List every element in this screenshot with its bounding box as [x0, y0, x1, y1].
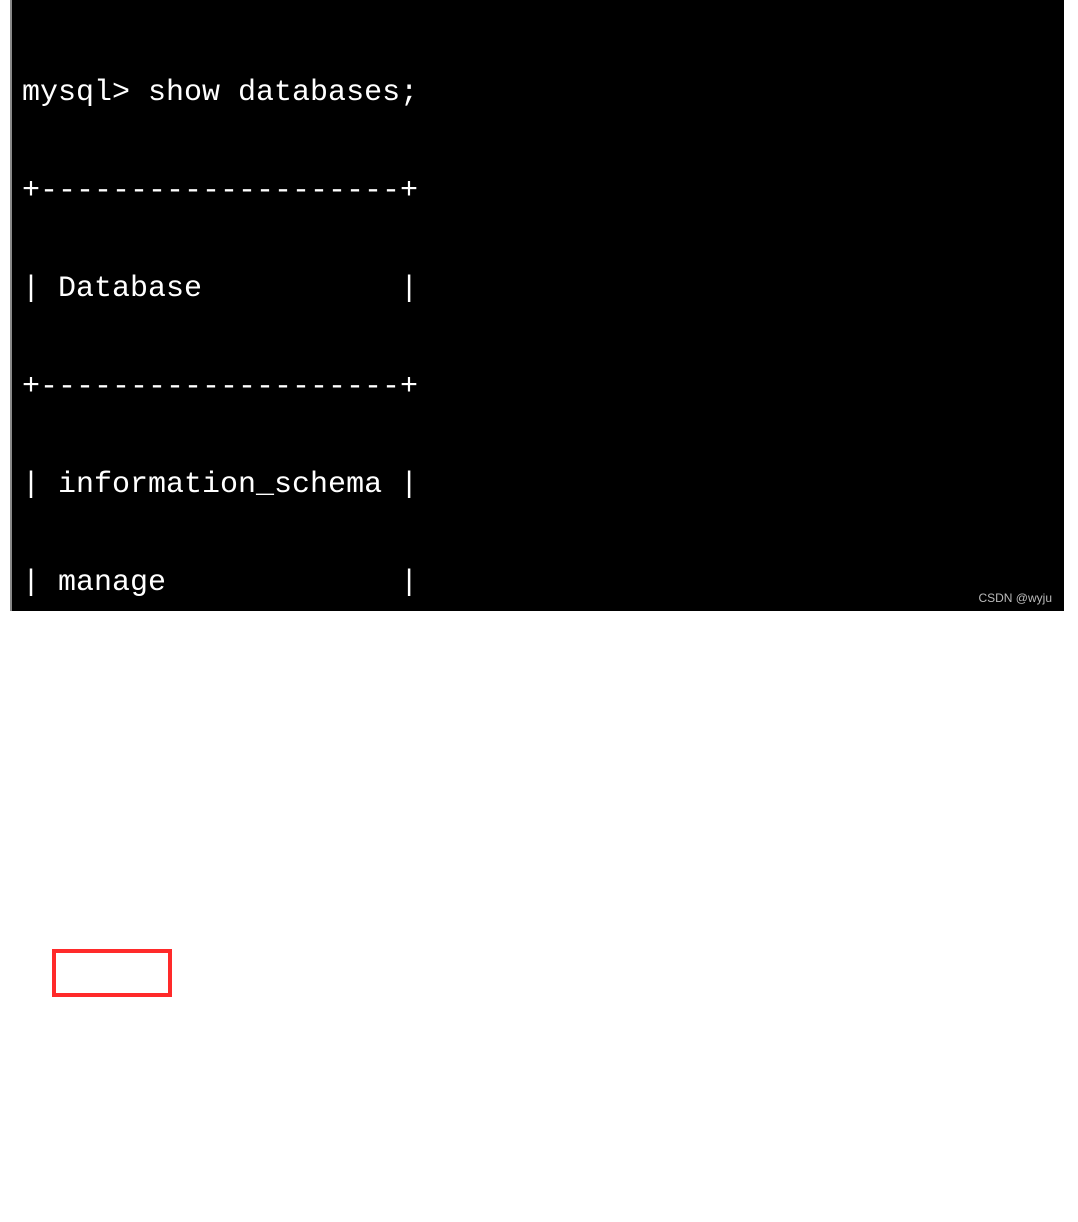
- terminal-output: mysql> show databases; +----------------…: [12, 0, 1064, 1222]
- cell-close: |: [382, 762, 418, 796]
- table-row: | information_schema |: [22, 461, 1054, 510]
- database-name: sys: [58, 860, 112, 894]
- result-summary: 6 rows in set (0.00 sec): [22, 1196, 1054, 1222]
- watermark: CSDN @wyju: [978, 591, 1052, 605]
- table-row: | performance_schema |: [22, 755, 1054, 804]
- cell-open: |: [22, 468, 58, 502]
- prompt: mysql>: [22, 76, 148, 110]
- database-name-highlighted: tongbu: [52, 949, 172, 997]
- command-line: mysql> show databases;: [22, 69, 1054, 118]
- terminal-window: mysql> show databases; +----------------…: [10, 0, 1064, 611]
- cell-open: |: [22, 566, 58, 600]
- database-name: manage: [58, 566, 166, 600]
- table-header-row: | Database |: [22, 265, 1054, 314]
- table-border-bottom: +--------------------+: [22, 1098, 1054, 1147]
- cell-open: |: [22, 664, 58, 698]
- cell-close: |: [166, 958, 418, 992]
- table-border-top: +--------------------+: [22, 167, 1054, 216]
- cell-close: |: [148, 664, 418, 698]
- table-row: | manage |: [22, 559, 1054, 608]
- database-name: information_schema: [58, 468, 382, 502]
- column-name: Database: [58, 272, 202, 306]
- command: show databases;: [148, 76, 418, 110]
- cell-close: |: [112, 860, 418, 894]
- database-name: mysql: [58, 664, 148, 698]
- table-row: | sys |: [22, 853, 1054, 902]
- cell-close: |: [202, 272, 418, 306]
- cell-close: |: [382, 468, 418, 502]
- cell-open: |: [22, 272, 58, 306]
- cell-open: |: [22, 860, 58, 894]
- database-name: performance_schema: [58, 762, 382, 796]
- table-border-mid: +--------------------+: [22, 363, 1054, 412]
- cell-open: |: [22, 762, 58, 796]
- table-row: | tongbu |: [22, 951, 1054, 1000]
- cell-close: |: [166, 566, 418, 600]
- table-row: | mysql |: [22, 657, 1054, 706]
